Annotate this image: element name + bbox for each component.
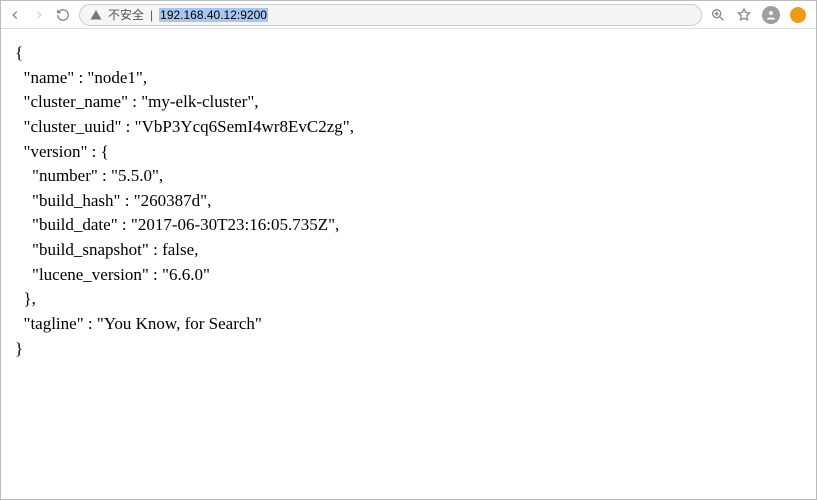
- val-cluster-name: my-elk-cluster: [148, 92, 247, 111]
- json-response: { "name" : "node1", "cluster_name" : "my…: [1, 29, 816, 373]
- val-lucene: 6.6.0: [169, 265, 203, 284]
- val-build-hash: 260387d: [141, 191, 201, 210]
- forward-button[interactable]: [31, 7, 47, 23]
- zoom-icon[interactable]: [710, 7, 726, 23]
- star-icon[interactable]: [736, 7, 752, 23]
- back-button[interactable]: [7, 7, 23, 23]
- val-build-date: 2017-06-30T23:16:05.735Z: [138, 215, 328, 234]
- reload-button[interactable]: [55, 7, 71, 23]
- val-name: node1: [94, 68, 136, 87]
- address-bar[interactable]: 不安全 | 192.168.40.12:9200: [79, 4, 702, 26]
- profile-icon[interactable]: [762, 6, 780, 24]
- browser-toolbar: 不安全 | 192.168.40.12:9200: [1, 1, 816, 29]
- separator: |: [150, 8, 153, 22]
- val-tagline: You Know, for Search: [104, 314, 255, 333]
- toolbar-right: [710, 6, 810, 24]
- insecure-label: 不安全: [108, 6, 144, 23]
- notification-icon[interactable]: [790, 7, 806, 23]
- val-build-snapshot: false: [162, 240, 194, 259]
- val-cluster-uuid: VbP3Ycq6SemI4wr8EvC2zg: [142, 117, 343, 136]
- val-number: 5.5.0: [118, 166, 152, 185]
- url-text: 192.168.40.12:9200: [159, 8, 268, 22]
- warning-icon: [90, 9, 102, 21]
